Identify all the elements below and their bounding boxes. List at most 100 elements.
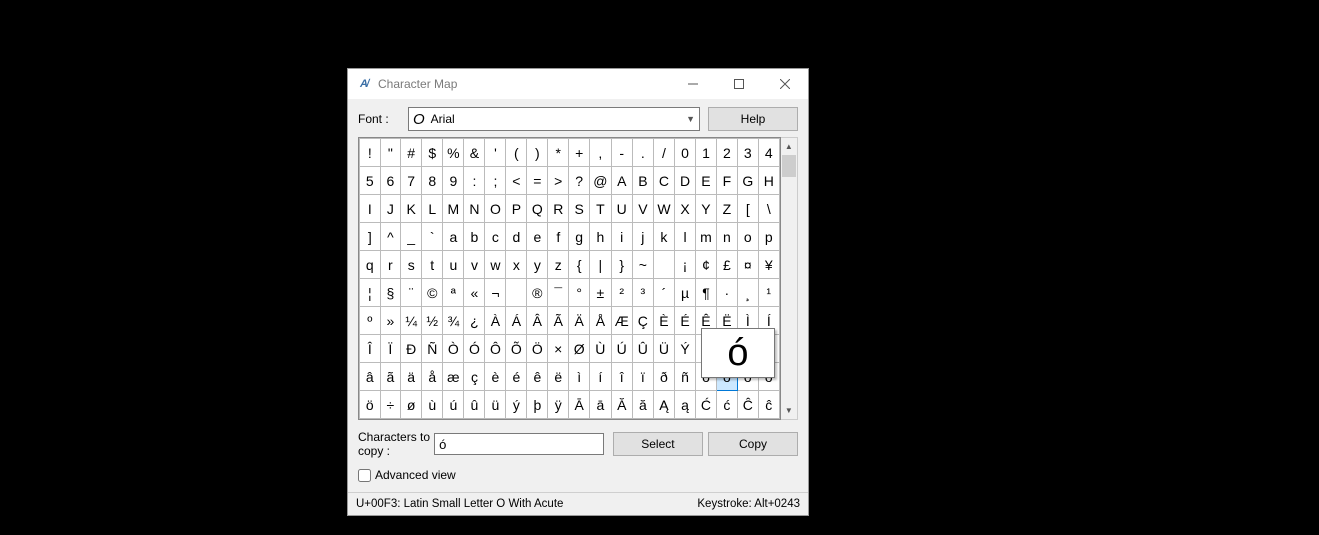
character-cell[interactable]: P [506, 195, 527, 223]
character-cell[interactable]: ¾ [443, 307, 464, 335]
character-cell[interactable]: T [590, 195, 611, 223]
character-cell[interactable]: W [653, 195, 674, 223]
character-cell[interactable]: © [422, 279, 443, 307]
character-cell[interactable]: " [380, 139, 401, 167]
character-cell[interactable]: L [422, 195, 443, 223]
character-cell[interactable]: 1 [695, 139, 716, 167]
character-cell[interactable]: Ð [401, 335, 422, 363]
character-cell[interactable]: 5 [360, 167, 381, 195]
character-cell[interactable]: ì [569, 363, 590, 391]
character-cell[interactable]: - [611, 139, 632, 167]
character-cell[interactable]: ÿ [548, 391, 569, 419]
character-cell[interactable]: { [569, 251, 590, 279]
character-cell[interactable]: ¦ [360, 279, 381, 307]
advanced-view-checkbox[interactable] [358, 469, 371, 482]
character-cell[interactable]: g [569, 223, 590, 251]
character-cell[interactable]: Æ [611, 307, 632, 335]
character-cell[interactable]: Ô [485, 335, 506, 363]
character-cell[interactable]: · [717, 279, 738, 307]
character-cell[interactable]: Õ [506, 335, 527, 363]
character-cell[interactable]: ¬ [485, 279, 506, 307]
character-cell[interactable]: o [737, 223, 758, 251]
character-cell[interactable]: ą [675, 391, 696, 419]
scroll-up-icon[interactable]: ▲ [781, 138, 797, 155]
character-cell[interactable]: Q [527, 195, 548, 223]
titlebar[interactable]: A̸ Character Map [348, 69, 808, 99]
character-cell[interactable]: d [506, 223, 527, 251]
character-cell[interactable]: B [632, 167, 653, 195]
character-cell[interactable]: V [632, 195, 653, 223]
character-cell[interactable]: M [443, 195, 464, 223]
character-cell[interactable]: ö [360, 391, 381, 419]
character-cell[interactable]: æ [443, 363, 464, 391]
character-cell[interactable]: è [485, 363, 506, 391]
character-cell[interactable]: ¿ [464, 307, 485, 335]
character-cell[interactable]: ^ [380, 223, 401, 251]
character-cell[interactable]: = [527, 167, 548, 195]
character-cell[interactable]: Ç [632, 307, 653, 335]
character-cell[interactable]: Ò [443, 335, 464, 363]
character-cell[interactable]: ¹ [758, 279, 779, 307]
character-cell[interactable]: S [569, 195, 590, 223]
character-cell[interactable]: ­ [506, 279, 527, 307]
character-cell[interactable]: Ú [611, 335, 632, 363]
character-cell[interactable]: ] [360, 223, 381, 251]
character-cell[interactable]: Ĉ [737, 391, 758, 419]
character-cell[interactable]: ú [443, 391, 464, 419]
character-cell[interactable]: Ā [569, 391, 590, 419]
character-cell[interactable]: 2 [717, 139, 738, 167]
character-cell[interactable]: K [401, 195, 422, 223]
character-cell[interactable]: > [548, 167, 569, 195]
character-cell[interactable]: ² [611, 279, 632, 307]
character-cell[interactable]: ` [422, 223, 443, 251]
character-cell[interactable]: × [548, 335, 569, 363]
character-cell[interactable]: ® [527, 279, 548, 307]
character-cell[interactable]: C [653, 167, 674, 195]
character-cell[interactable]: U [611, 195, 632, 223]
character-cell[interactable]: ~ [632, 251, 653, 279]
character-cell[interactable]: Y [695, 195, 716, 223]
character-cell[interactable]: Î [360, 335, 381, 363]
character-cell[interactable]: « [464, 279, 485, 307]
character-cell[interactable]: Ü [653, 335, 674, 363]
character-cell[interactable]: ø [401, 391, 422, 419]
character-cell[interactable]: + [569, 139, 590, 167]
character-cell[interactable]: b [464, 223, 485, 251]
character-cell[interactable]: x [506, 251, 527, 279]
character-cell[interactable]: ê [527, 363, 548, 391]
character-cell[interactable]: ä [401, 363, 422, 391]
character-cell[interactable]: i [611, 223, 632, 251]
character-cell[interactable]: # [401, 139, 422, 167]
character-cell[interactable]: Ą [653, 391, 674, 419]
copy-button[interactable]: Copy [708, 432, 798, 456]
character-cell[interactable]: Ý [675, 335, 696, 363]
character-cell[interactable]: Å [590, 307, 611, 335]
help-button[interactable]: Help [708, 107, 798, 131]
characters-to-copy-input[interactable] [434, 433, 604, 455]
character-cell[interactable]: º [360, 307, 381, 335]
character-cell[interactable]: z [548, 251, 569, 279]
character-cell[interactable]: A [611, 167, 632, 195]
character-cell[interactable]: H [758, 167, 779, 195]
character-cell[interactable]: ¸ [737, 279, 758, 307]
character-cell[interactable]: , [590, 139, 611, 167]
character-cell[interactable]: Ó [464, 335, 485, 363]
character-cell[interactable]: ã [380, 363, 401, 391]
character-cell[interactable]: R [548, 195, 569, 223]
character-cell[interactable]: N [464, 195, 485, 223]
character-cell[interactable]: Ñ [422, 335, 443, 363]
character-cell[interactable]: \ [758, 195, 779, 223]
character-cell[interactable]: * [548, 139, 569, 167]
character-cell[interactable]: µ [675, 279, 696, 307]
character-cell[interactable]: ý [506, 391, 527, 419]
font-select[interactable]: O Arial ▼ [408, 107, 700, 131]
character-cell[interactable]: ÷ [380, 391, 401, 419]
character-cell[interactable]: j [632, 223, 653, 251]
character-cell[interactable]: é [506, 363, 527, 391]
character-cell[interactable]: Û [632, 335, 653, 363]
character-cell[interactable]: í [590, 363, 611, 391]
character-cell[interactable]: Ã [548, 307, 569, 335]
character-cell[interactable]: } [611, 251, 632, 279]
character-cell[interactable]: < [506, 167, 527, 195]
character-cell[interactable]: E [695, 167, 716, 195]
